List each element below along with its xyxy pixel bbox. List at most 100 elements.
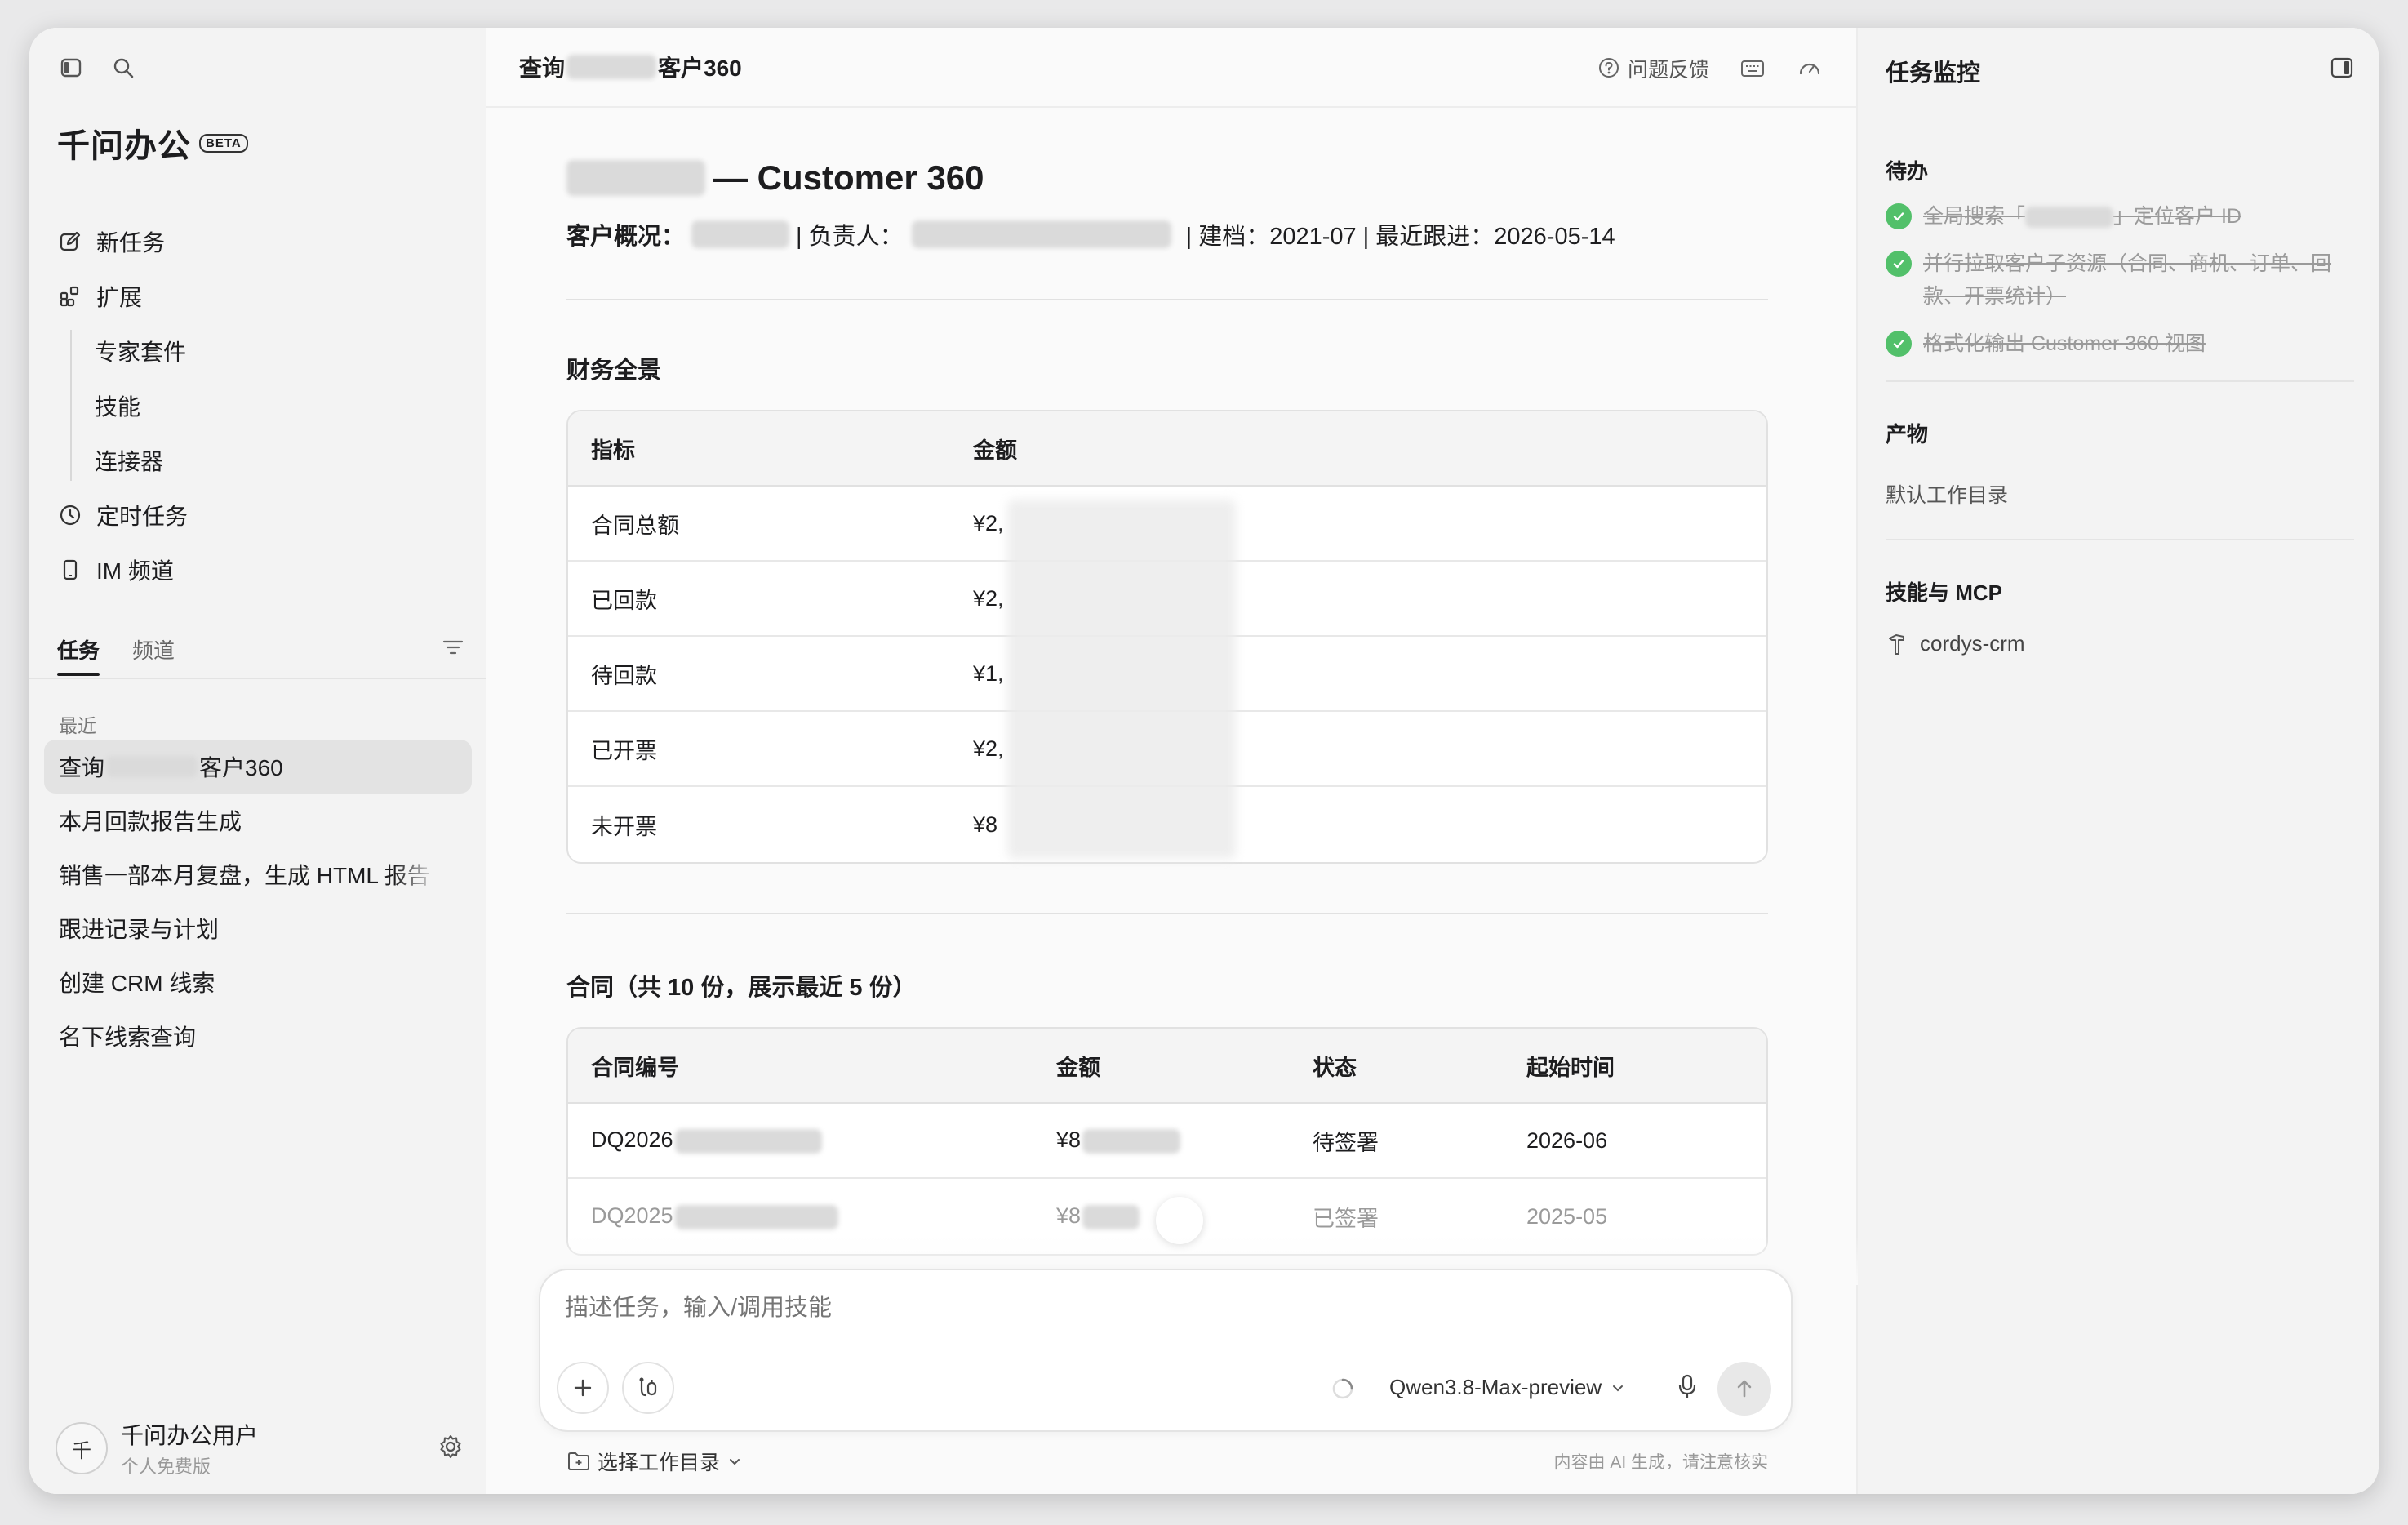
nav-scheduled[interactable]: 定时任务 bbox=[57, 487, 465, 542]
chat-content[interactable]: — Customer 360 客户概况： | 负责人： | 建档：2021-07… bbox=[486, 109, 1858, 1285]
redacted-block bbox=[566, 55, 657, 79]
main-panel: 查询 客户360 问题反馈 — Customer 360 客户概况： | 负责人… bbox=[486, 28, 1858, 1494]
page-title-suffix: 客户360 bbox=[658, 56, 742, 81]
todo-item: 并行拉取客户子资源（合同、商机、订单、回款、开票统计） bbox=[1886, 247, 2354, 313]
todo-text: 并行拉取客户子资源（合同、商机、订单、回款、开票统计） bbox=[1923, 252, 2332, 308]
recent-item[interactable]: 本月回款报告生成 bbox=[44, 794, 472, 847]
workdir-label: 选择工作目录 bbox=[598, 1452, 721, 1474]
recent-item-selected[interactable]: 查询 客户360 bbox=[44, 740, 472, 794]
meta-rest: | 建档：2021-07 | 最近跟进：2026-05-14 bbox=[1185, 224, 1615, 250]
doc-title: — Customer 360 bbox=[566, 158, 1768, 198]
extensions-icon bbox=[57, 283, 83, 309]
page-title-prefix: 查询 bbox=[519, 56, 566, 81]
send-button[interactable] bbox=[1717, 1362, 1771, 1416]
skills-section: 技能与 MCP cordys-crm bbox=[1886, 576, 2354, 656]
microphone-icon[interactable] bbox=[1675, 1373, 1699, 1405]
finance-heading: 财务全景 bbox=[566, 358, 662, 384]
edit-icon bbox=[57, 229, 83, 255]
table-header-row: 合同编号 金额 状态 起始时间 bbox=[568, 1029, 1766, 1104]
loading-spinner-icon bbox=[1331, 1376, 1355, 1405]
artifact-item[interactable]: 默认工作目录 bbox=[1886, 479, 2354, 509]
recent-item[interactable]: 跟进记录与计划 bbox=[44, 901, 472, 955]
redacted-block bbox=[1082, 1204, 1140, 1229]
divider bbox=[566, 299, 1768, 300]
keyboard-icon[interactable] bbox=[1739, 55, 1766, 82]
user-profile[interactable]: 千 千问办公用户 个人免费版 bbox=[56, 1419, 464, 1478]
nav-new-task[interactable]: 新任务 bbox=[57, 214, 465, 269]
todo-list: 全局搜索「 」定位客户 ID 并行拉取客户子资源（合同、商机、订单、回款、开票统计… bbox=[1886, 200, 2354, 360]
workdir-select[interactable]: 选择工作目录 bbox=[566, 1447, 743, 1476]
recent-list: 查询 客户360 本月回款报告生成 销售一部本月复盘，生成 HTML 报告 跟进… bbox=[44, 740, 472, 1063]
tools-button[interactable] bbox=[622, 1362, 674, 1414]
doc-title-suffix: — Customer 360 bbox=[713, 158, 984, 197]
todo-section: 待办 全局搜索「 」定位客户 ID 并行拉取客户子资源（合同、商机、订单、回款、开… bbox=[1886, 155, 2354, 360]
contracts-table-wrap: 合同编号 金额 状态 起始时间 DQ2026 ¥8 待签署 2026-06 DQ… bbox=[566, 1027, 1768, 1256]
nav-im-channel[interactable]: IM 频道 bbox=[57, 542, 465, 597]
task-input[interactable] bbox=[565, 1295, 1708, 1322]
metric-cell: 待回款 bbox=[568, 637, 950, 712]
add-button[interactable] bbox=[557, 1362, 609, 1414]
search-icon[interactable] bbox=[109, 54, 137, 82]
contract-amount-cell: ¥8 bbox=[1033, 1104, 1290, 1179]
column-header: 指标 bbox=[568, 411, 950, 487]
gear-icon[interactable] bbox=[438, 1434, 464, 1464]
divider bbox=[566, 913, 1768, 914]
column-header: 状态 bbox=[1290, 1029, 1504, 1104]
plus-icon bbox=[574, 1379, 592, 1397]
tab-tasks[interactable]: 任务 bbox=[57, 625, 100, 676]
contract-amount: ¥8 bbox=[1056, 1127, 1082, 1153]
check-circle-icon bbox=[1886, 203, 1912, 229]
contract-id: DQ2025 bbox=[591, 1203, 673, 1229]
todo-text: 全局搜索「 」定位客户 ID bbox=[1923, 200, 2241, 233]
nav-expert-suite[interactable]: 专家套件 bbox=[95, 323, 465, 378]
recent-item[interactable]: 创建 CRM 线索 bbox=[44, 955, 472, 1009]
nav-skills[interactable]: 技能 bbox=[95, 378, 465, 433]
sidebar-divider bbox=[29, 678, 486, 679]
nav-connectors[interactable]: 连接器 bbox=[95, 433, 465, 487]
chevron-down-icon bbox=[1613, 1385, 1624, 1391]
contracts-heading: 合同（共 10 份，展示最近 5 份） bbox=[566, 975, 917, 1001]
contract-start-cell: 2026-06 bbox=[1504, 1104, 1766, 1179]
panel-toggle-icon[interactable] bbox=[2330, 56, 2354, 84]
sidebar: 千问办公 BETA 新任务 扩展 专家套件 技能 连接器 定时任务 IM 频道 … bbox=[29, 28, 486, 1494]
tools-icon bbox=[639, 1377, 657, 1397]
nav-extensions[interactable]: 扩展 bbox=[57, 269, 465, 323]
redacted-block bbox=[911, 220, 1171, 248]
redacted-block bbox=[2025, 207, 2114, 229]
sidebar-toggle-icon[interactable] bbox=[57, 54, 85, 82]
contract-id-cell: DQ2026 bbox=[568, 1104, 1033, 1179]
phone-icon bbox=[57, 557, 83, 583]
feedback-label: 问题反馈 bbox=[1627, 59, 1709, 82]
ai-disclaimer: 内容由 AI 生成，请注意核实 bbox=[1553, 1453, 1768, 1472]
redacted-block bbox=[691, 220, 790, 248]
recent-item[interactable]: 销售一部本月复盘，生成 HTML 报告 bbox=[44, 847, 472, 901]
recent-item[interactable]: 名下线索查询 bbox=[44, 1009, 472, 1063]
column-header: 合同编号 bbox=[568, 1029, 1033, 1104]
header-actions: 问题反馈 bbox=[1597, 54, 1824, 83]
feedback-button[interactable]: 问题反馈 bbox=[1597, 54, 1709, 83]
todo-suffix: 」定位客户 ID bbox=[2113, 205, 2241, 228]
brand-name: 千问办公 bbox=[57, 128, 191, 164]
skill-name: cordys-crm bbox=[1920, 631, 2025, 656]
contract-amount: ¥8 bbox=[1056, 1203, 1082, 1229]
help-bubble-icon bbox=[1598, 58, 1619, 78]
redacted-amounts bbox=[1007, 500, 1236, 859]
nav-new-task-label: 新任务 bbox=[96, 229, 166, 256]
gauge-icon[interactable] bbox=[1796, 55, 1824, 82]
table-header-row: 指标 金额 bbox=[568, 411, 1766, 487]
nav-im-channel-label: IM 频道 bbox=[96, 558, 174, 584]
tab-channels[interactable]: 频道 bbox=[132, 625, 175, 673]
metric-cell: 已回款 bbox=[568, 562, 950, 637]
artifacts-heading: 产物 bbox=[1886, 422, 1929, 447]
skills-heading: 技能与 MCP bbox=[1886, 580, 2003, 605]
brand: 千问办公 BETA bbox=[57, 119, 248, 167]
model-select[interactable]: Qwen3.8-Max-preview bbox=[1389, 1375, 1626, 1400]
skill-item[interactable]: cordys-crm bbox=[1886, 631, 2354, 656]
column-header: 金额 bbox=[950, 411, 1766, 487]
filter-icon[interactable] bbox=[441, 635, 465, 664]
clock-icon bbox=[57, 502, 83, 528]
redacted-block bbox=[1082, 1128, 1181, 1154]
composer: Qwen3.8-Max-preview bbox=[539, 1269, 1793, 1432]
user-name: 千问办公用户 bbox=[121, 1423, 259, 1448]
extensions-subnav: 专家套件 技能 连接器 bbox=[57, 323, 465, 487]
